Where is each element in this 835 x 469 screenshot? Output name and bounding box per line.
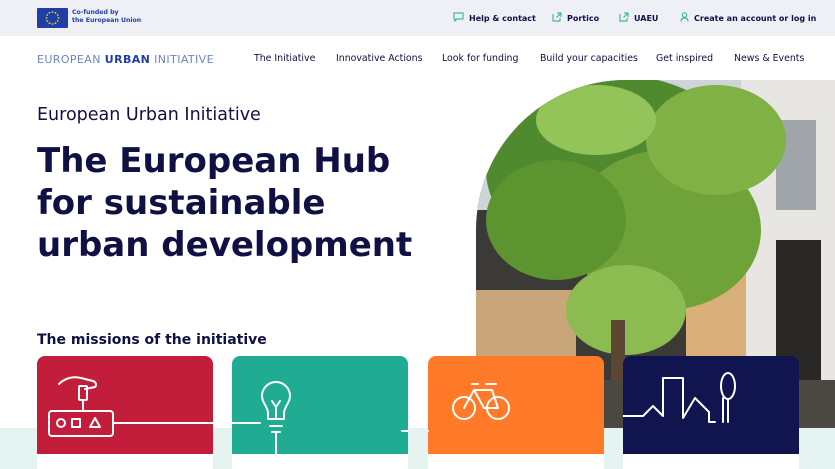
portico-link[interactable]: Portico [552,0,599,36]
card-footer [428,454,604,469]
brand-word-2: URBAN [104,53,151,66]
card-footer [37,454,213,469]
brand-word-1: EUROPEAN [37,53,105,66]
mission-card-orange[interactable] [428,356,604,469]
city-skyline-illustration-icon [623,356,799,454]
user-icon [680,12,689,24]
external-link-icon [552,12,562,24]
hand-plug-illustration-icon [37,356,213,454]
missions-title: The missions of the initiative [37,332,267,348]
nav-build-capacities[interactable]: Build your capacities [540,53,638,64]
bicycle-illustration-icon [428,356,604,454]
card-footer [232,454,408,469]
eu-cofunded-line2: the European Union [72,17,142,24]
help-contact-link[interactable]: Help & contact [453,0,536,36]
hero-title-line3: urban development [37,225,413,265]
account-login-link[interactable]: Create an account or log in [680,0,816,36]
eu-flag-icon [37,8,68,28]
nav-get-inspired[interactable]: Get inspired [656,53,713,64]
eu-cofunded-label: Co-funded by the European Union [72,9,141,25]
hero-title-line2: for sustainable [37,183,326,223]
nav-the-initiative[interactable]: The Initiative [254,53,315,64]
uaeu-label: UAEU [634,13,659,23]
uaeu-link[interactable]: UAEU [619,0,658,36]
eu-cofunded-line1: Co-funded by [72,9,119,16]
card-footer [623,454,799,469]
mission-card-navy[interactable] [623,356,799,469]
chat-icon [453,12,464,24]
portico-label: Portico [567,13,600,23]
lightbulb-illustration-icon [232,356,408,455]
nav-news-events[interactable]: News & Events [734,53,804,64]
hero-title: The European Hub for sustainable urban d… [37,140,457,266]
hero-title-line1: The European Hub [37,141,391,181]
external-link-icon [619,12,629,24]
mission-card-red[interactable] [37,356,213,469]
brand-logo[interactable]: EUROPEAN URBAN INITIATIVE [37,53,214,66]
hero-kicker: European Urban Initiative [37,105,261,125]
help-contact-label: Help & contact [469,13,536,23]
nav-innovative-actions[interactable]: Innovative Actions [336,53,423,64]
brand-word-3: INITIATIVE [150,53,214,66]
nav-look-for-funding[interactable]: Look for funding [442,53,518,64]
mission-card-teal[interactable] [232,356,408,469]
account-login-label: Create an account or log in [694,13,817,23]
